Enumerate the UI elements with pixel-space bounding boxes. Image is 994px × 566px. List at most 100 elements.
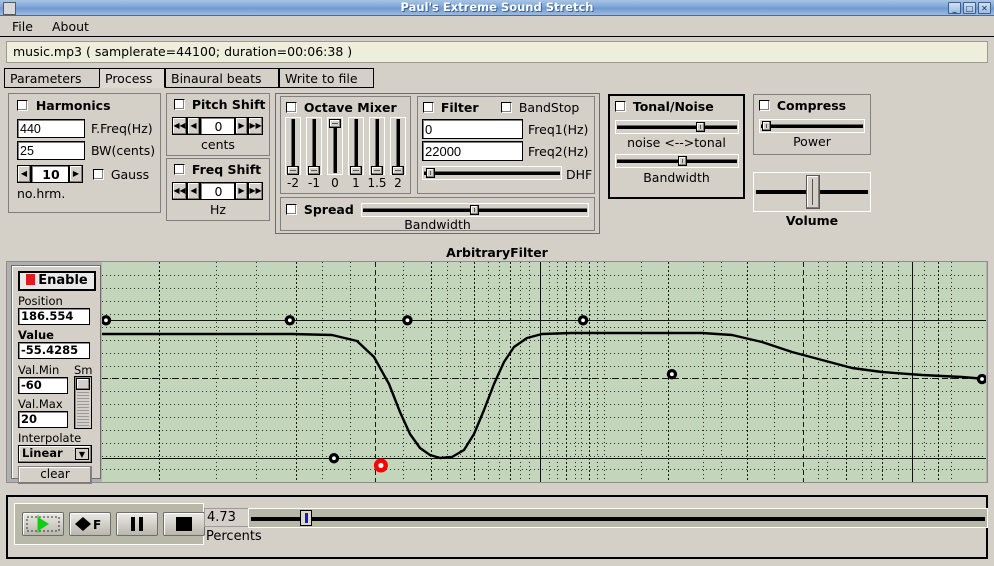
close-button[interactable]: ✕ xyxy=(978,2,991,14)
pause-button[interactable] xyxy=(116,512,158,536)
octave-slider-thumb[interactable] xyxy=(371,166,383,175)
octave-slider-1-5[interactable] xyxy=(369,117,385,175)
harmonics-bw-input[interactable] xyxy=(17,141,85,160)
spread-bandwidth-thumb[interactable] xyxy=(470,205,479,215)
freq-shift-inc-button[interactable]: ▶ xyxy=(235,182,248,200)
octave-slider-label: 1 xyxy=(346,176,366,190)
compress-power-thumb[interactable] xyxy=(762,121,771,131)
harmonics-bw-label: BW(cents) xyxy=(91,143,155,158)
percents-slider-thumb[interactable] xyxy=(300,510,312,526)
filter-freq2-input[interactable] xyxy=(422,141,523,161)
freq-shift-dec-button[interactable]: ◀ xyxy=(187,182,200,200)
octave-slider-label: 0 xyxy=(325,176,345,190)
octave-slider-thumb[interactable] xyxy=(392,166,404,175)
menu-item-file[interactable]: File xyxy=(8,19,37,34)
tonal-noise-mix-thumb[interactable] xyxy=(696,122,705,132)
tonal-noise-checkbox[interactable] xyxy=(615,101,626,112)
tab-process[interactable]: Process xyxy=(99,68,165,88)
clear-button[interactable]: clear xyxy=(18,466,92,484)
maximize-button[interactable]: □ xyxy=(963,2,976,14)
valmin-label: Val.Min xyxy=(18,363,59,377)
harmonics-nharm-value[interactable]: 10 xyxy=(31,165,69,183)
enable-button[interactable]: Enable xyxy=(18,271,96,291)
filter-freq2-label: Freq2(Hz) xyxy=(528,144,588,159)
smooth-scrollbar-grip[interactable] xyxy=(76,378,90,390)
minimize-button[interactable]: _ xyxy=(948,2,961,14)
tonal-noise-bandwidth-thumb[interactable] xyxy=(678,156,687,166)
tonal-noise-bandwidth-slider[interactable] xyxy=(615,154,739,168)
freq-shift-fast-inc-button[interactable]: ▶▶ xyxy=(248,182,263,200)
freq-shift-fast-dec-button[interactable]: ◀◀ xyxy=(172,182,187,200)
spread-bandwidth-slider[interactable] xyxy=(361,203,589,217)
bandstop-checkbox[interactable] xyxy=(501,102,512,113)
harmonics-title: Harmonics xyxy=(36,98,111,113)
harmonics-ffreq-label: F.Freq(Hz) xyxy=(91,121,153,136)
spread-checkbox[interactable] xyxy=(286,204,297,215)
octave-slider--2[interactable] xyxy=(285,117,301,175)
octave-slider-2[interactable] xyxy=(390,117,406,175)
gauss-checkbox[interactable] xyxy=(93,169,104,180)
seek-forward-button[interactable]: F xyxy=(69,512,111,536)
octave-mixer-header: Octave Mixer xyxy=(286,100,397,115)
harmonics-checkbox[interactable] xyxy=(17,100,28,111)
volume-slider[interactable] xyxy=(753,172,871,212)
pitch-shift-value[interactable]: 0 xyxy=(200,117,235,135)
chevron-down-icon[interactable]: ▼ xyxy=(75,448,89,460)
percents-slider-trough xyxy=(251,517,985,521)
filter-header: Filter xyxy=(423,100,479,115)
filter-dhf-thumb[interactable] xyxy=(426,168,435,178)
arbitrary-filter-chart[interactable] xyxy=(102,262,986,482)
position-value[interactable]: 186.554 xyxy=(18,308,90,325)
octave-slider-label: -2 xyxy=(283,176,303,190)
compress-power-slider[interactable] xyxy=(759,119,865,133)
octave-slider-label: 1.5 xyxy=(367,176,387,190)
pitch-shift-dec-button[interactable]: ◀ xyxy=(187,117,200,135)
pitch-shift-inc-button[interactable]: ▶ xyxy=(235,117,248,135)
position-label: Position xyxy=(18,294,63,308)
seek-forward-icon: F xyxy=(70,513,110,535)
play-button[interactable] xyxy=(22,512,64,536)
filter-group: Filter BandStop Freq1(Hz) Freq2(Hz) DHF xyxy=(417,96,595,194)
octave-mixer-checkbox[interactable] xyxy=(286,102,297,113)
harmonics-decrement-button[interactable]: ◀ xyxy=(17,165,31,183)
menu-item-about[interactable]: About xyxy=(48,19,93,34)
pitch-shift-fast-inc-button[interactable]: ▶▶ xyxy=(248,117,263,135)
spread-header: Spread xyxy=(286,202,354,217)
octave-slider-thumb[interactable] xyxy=(329,119,341,128)
compress-header: Compress xyxy=(759,98,846,113)
stop-button[interactable] xyxy=(163,512,205,536)
pitch-shift-checkbox[interactable] xyxy=(174,99,185,110)
value-value[interactable]: -55.4285 xyxy=(18,342,90,359)
valmin-value[interactable]: -60 xyxy=(18,377,68,394)
tab-binaural-beats[interactable]: Binaural beats xyxy=(165,68,279,88)
harmonics-ffreq-input[interactable] xyxy=(17,119,85,138)
smooth-scrollbar[interactable] xyxy=(74,376,92,429)
percents-slider[interactable] xyxy=(248,508,988,528)
compress-checkbox[interactable] xyxy=(759,100,770,111)
freq-shift-checkbox[interactable] xyxy=(174,164,185,175)
tonal-noise-group: Tonal/Noise noise <-->tonal Bandwidth xyxy=(608,94,745,199)
tab-write-to-file[interactable]: Write to file xyxy=(279,68,374,88)
percents-value[interactable]: 4.73 xyxy=(204,508,249,527)
play-icon xyxy=(23,513,63,535)
volume-thumb[interactable] xyxy=(806,175,820,209)
tonal-noise-mix-slider[interactable] xyxy=(615,120,739,134)
octave-slider-thumb[interactable] xyxy=(308,166,320,175)
compress-power-trough xyxy=(761,124,863,128)
filter-dhf-slider[interactable] xyxy=(422,166,562,180)
octave-slider-thumb[interactable] xyxy=(287,166,299,175)
filter-checkbox[interactable] xyxy=(423,102,434,113)
octave-slider--1[interactable] xyxy=(306,117,322,175)
octave-slider-thumb[interactable] xyxy=(350,166,362,175)
valmax-value[interactable]: 20 xyxy=(18,411,68,428)
pitch-shift-fast-dec-button[interactable]: ◀◀ xyxy=(172,117,187,135)
harmonics-increment-button[interactable]: ▶ xyxy=(69,165,83,183)
octave-slider-1[interactable] xyxy=(348,117,364,175)
octave-slider-0[interactable] xyxy=(327,117,343,175)
arbitrary-filter-panel: Enable Position 186.554 Value -55.4285 V… xyxy=(11,265,101,479)
freq-shift-value[interactable]: 0 xyxy=(200,182,235,200)
tab-parameters[interactable]: Parameters xyxy=(4,68,100,88)
interpolate-select[interactable]: Linear ▼ xyxy=(18,445,92,463)
filter-freq1-input[interactable] xyxy=(422,119,523,139)
filter-title: Filter xyxy=(441,100,479,115)
